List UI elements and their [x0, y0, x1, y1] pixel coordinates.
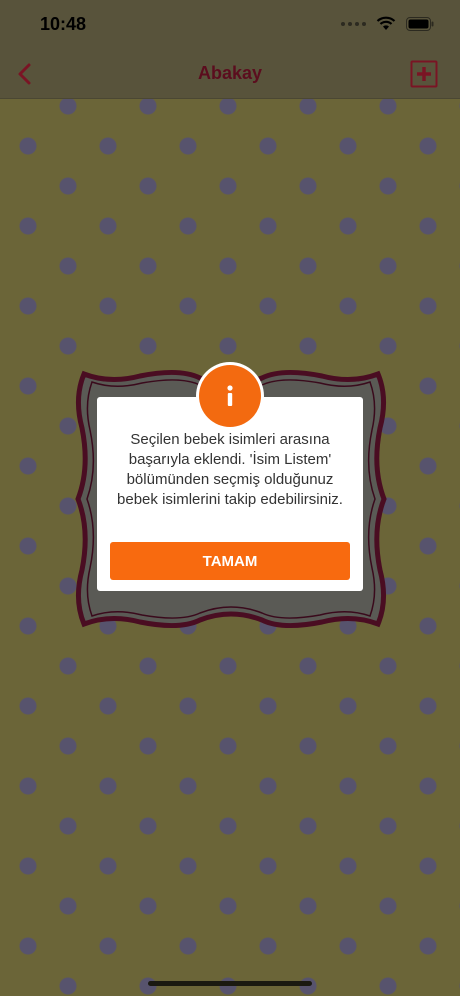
status-time: 10:48: [40, 14, 87, 34]
add-button[interactable]: [410, 60, 438, 88]
navigation-bar: Abakay: [0, 50, 460, 99]
status-bar: 10:48: [0, 0, 460, 50]
info-icon: [199, 365, 261, 427]
info-badge: [196, 362, 264, 430]
alert-message: Seçilen bebek isimleri arasına başarıyla…: [117, 431, 343, 508]
battery-icon: [406, 16, 434, 31]
home-indicator[interactable]: [148, 981, 312, 986]
wifi-icon: [376, 16, 396, 30]
ok-button[interactable]: TAMAM: [110, 542, 350, 580]
status-icons: [341, 16, 434, 31]
page-title: Abakay: [197, 63, 263, 83]
info-glyph-icon: [227, 385, 233, 406]
signal-icon: [341, 21, 366, 26]
